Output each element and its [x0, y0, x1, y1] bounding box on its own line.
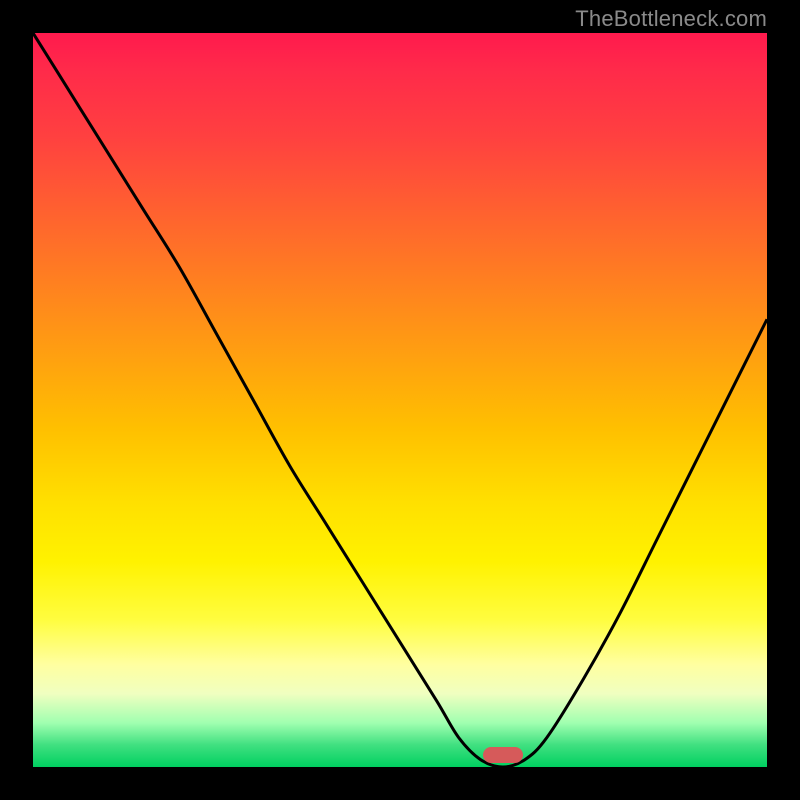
plot-gradient-background [33, 33, 767, 767]
optimal-marker [483, 747, 523, 763]
chart-frame: TheBottleneck.com [0, 0, 800, 800]
watermark-text: TheBottleneck.com [575, 6, 767, 32]
